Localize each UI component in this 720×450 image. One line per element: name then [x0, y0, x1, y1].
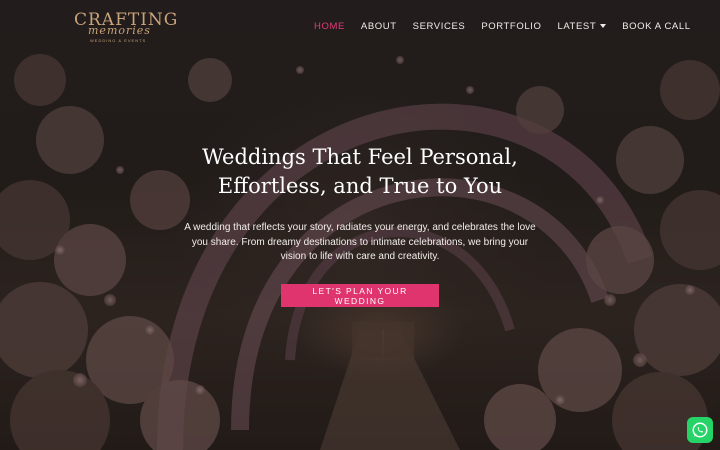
logo-tagline: WEDDING & EVENTS	[90, 38, 147, 43]
plan-wedding-button[interactable]: LET'S PLAN YOUR WEDDING	[281, 284, 439, 307]
nav-latest[interactable]: LATEST	[557, 20, 607, 32]
chevron-down-icon	[600, 23, 607, 28]
brand-logo[interactable]: CRAFTING memories WEDDING & EVENTS	[74, 10, 177, 43]
logo-script: memories	[88, 24, 151, 37]
nav-latest-label: LATEST	[557, 20, 597, 32]
main-nav: HOME ABOUT SERVICES PORTFOLIO LATEST BOO…	[314, 19, 707, 33]
nav-home[interactable]: HOME	[314, 21, 345, 32]
nav-portfolio[interactable]: PORTFOLIO	[481, 21, 541, 32]
hero-headline-line1: Weddings That Feel Personal,	[202, 145, 518, 169]
hero-headline: Weddings That Feel Personal, Effortless,…	[120, 143, 600, 201]
whatsapp-button[interactable]	[687, 417, 713, 443]
hero-headline-line2: Effortless, and True to You	[217, 174, 503, 198]
whatsapp-icon	[692, 422, 708, 438]
nav-book-a-call[interactable]: BOOK A CALL	[622, 21, 690, 32]
hero-subtext: A wedding that reflects your story, radi…	[184, 222, 536, 262]
nav-services[interactable]: SERVICES	[413, 21, 466, 32]
nav-about[interactable]: ABOUT	[361, 21, 397, 32]
